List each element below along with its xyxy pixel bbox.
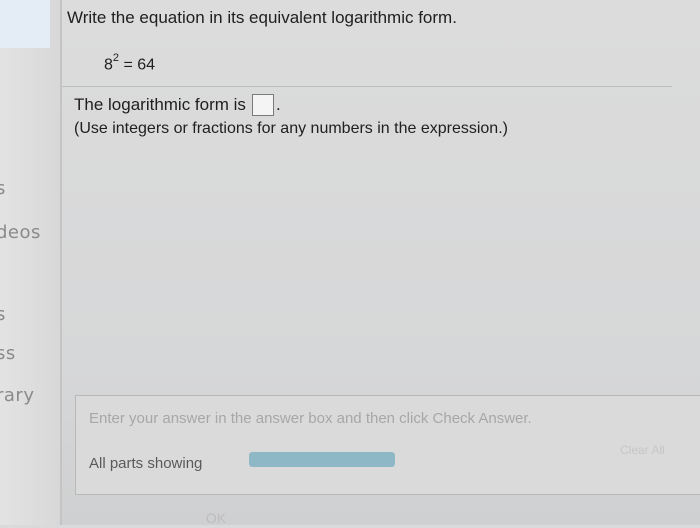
sidebar-item-library[interactable]: rary <box>0 385 34 406</box>
parts-progress-bar <box>249 452 395 467</box>
parts-showing-label: All parts showing <box>89 455 203 472</box>
instruction-text: Enter your answer in the answer box and … <box>89 410 532 427</box>
parts-progress-fill <box>249 452 395 467</box>
equation-base: 8 <box>104 56 113 74</box>
clear-all-button[interactable]: Clear All <box>620 443 665 457</box>
answer-label: The logarithmic form is <box>74 95 246 114</box>
sidebar-item-3[interactable]: s <box>0 304 6 325</box>
answer-input-box[interactable] <box>251 94 274 116</box>
answer-hint: (Use integers or fractions for any numbe… <box>74 120 508 137</box>
given-equation: 82 = 64 <box>104 52 156 74</box>
answer-period: . <box>275 95 281 114</box>
sidebar-item-videos[interactable]: deos <box>0 222 41 243</box>
question-divider <box>62 86 672 87</box>
sidebar-header-strip <box>0 0 50 48</box>
equation-exponent: 2 <box>112 52 120 64</box>
sidebar-item-1[interactable]: s <box>0 178 6 199</box>
equation-rest: = 64 <box>119 56 156 74</box>
sidebar-item-4[interactable]: ss <box>0 343 16 364</box>
answer-line: The logarithmic form is . <box>74 94 508 116</box>
ok-button[interactable]: OK <box>196 508 236 528</box>
answer-area: The logarithmic form is . (Use integers … <box>74 94 508 138</box>
sidebar: s deos s ss rary <box>0 0 60 525</box>
question-prompt: Write the equation in its equivalent log… <box>67 8 457 27</box>
